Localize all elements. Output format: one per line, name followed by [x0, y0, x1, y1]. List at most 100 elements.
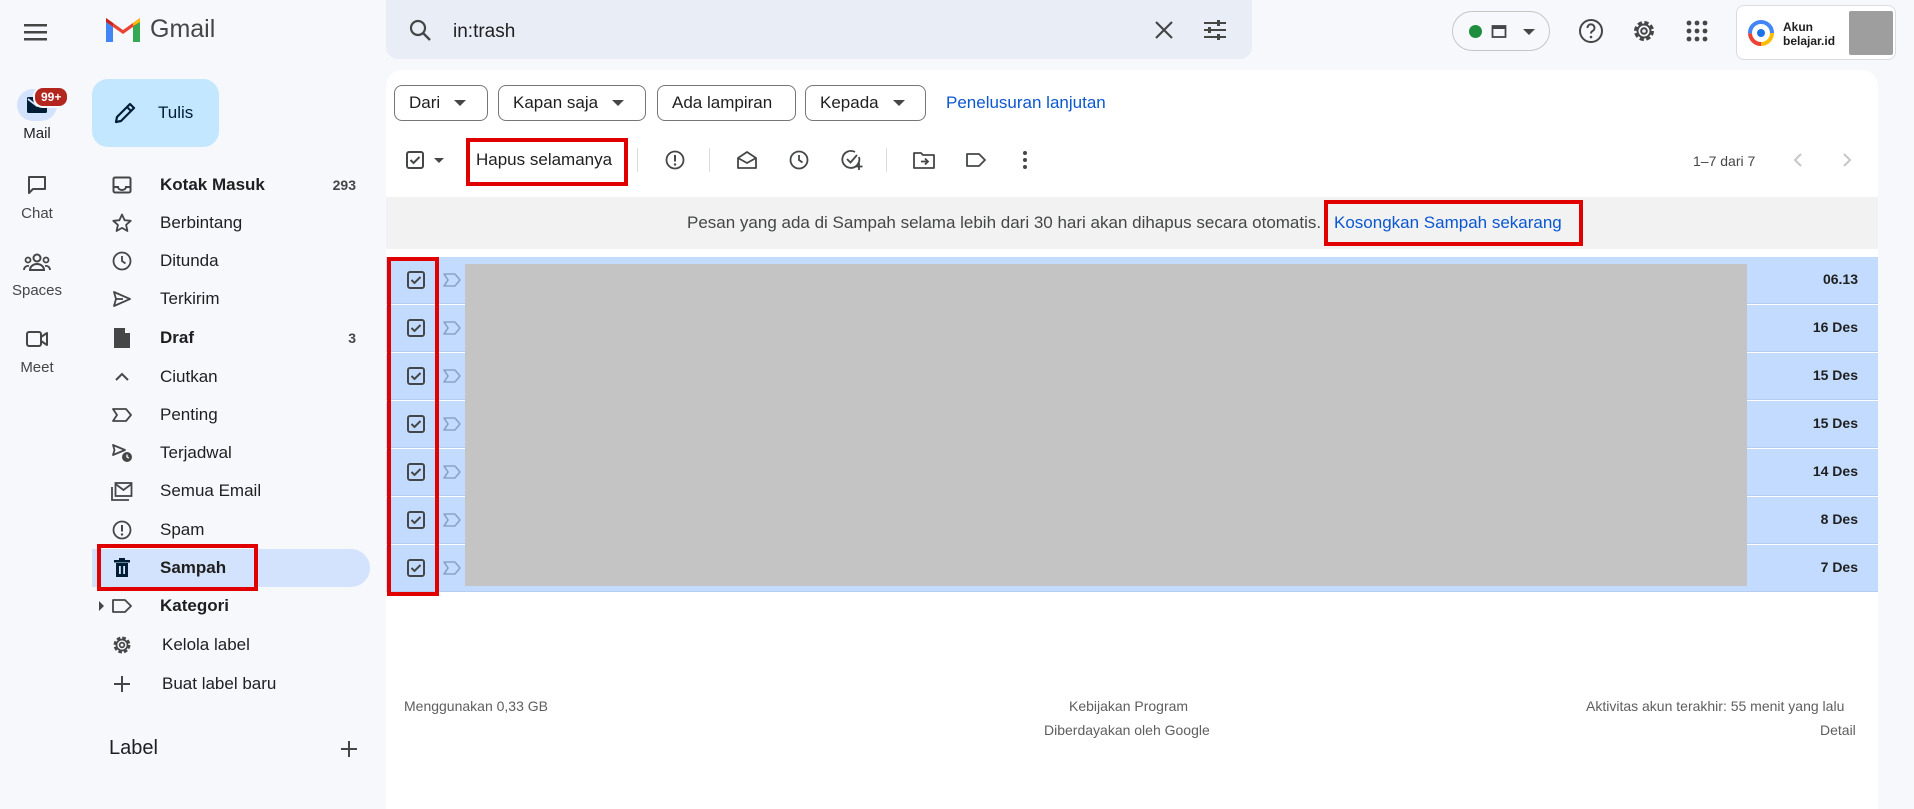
- nav-count-drafts: 3: [348, 330, 356, 346]
- scheduled-send-icon: [112, 444, 132, 462]
- add-task-icon: [841, 150, 863, 170]
- add-label-icon[interactable]: [340, 740, 358, 758]
- send-icon: [113, 291, 131, 307]
- pagination-text: 1–7 dari 7: [1693, 153, 1756, 169]
- gmail-logo-text: Gmail: [150, 14, 216, 43]
- snooze-button[interactable]: [787, 148, 811, 172]
- message-date: 7 Des: [1820, 559, 1858, 575]
- nav-item-create-label[interactable]: Buat label baru: [92, 665, 370, 703]
- nav-label-inbox: Kotak Masuk: [160, 175, 265, 194]
- important-marker-icon[interactable]: [442, 464, 462, 480]
- nav-item-manage-labels[interactable]: Kelola label: [92, 626, 370, 664]
- filter-to-label: Kepada: [820, 93, 879, 112]
- checkbox-checked-icon: [406, 151, 424, 169]
- mark-as-read-button[interactable]: [735, 148, 759, 172]
- nav-label-categories: Kategori: [160, 596, 229, 615]
- rail-label-mail: Mail: [23, 125, 51, 142]
- account-switcher[interactable]: Akun belajar.id: [1736, 5, 1896, 60]
- move-to-folder-icon: [913, 152, 935, 169]
- star-icon: [112, 213, 132, 232]
- nav-item-important[interactable]: Penting: [92, 396, 370, 434]
- compose-label: Tulis: [158, 103, 194, 122]
- rail-label-spaces: Spaces: [11, 282, 63, 299]
- settings-icon[interactable]: [1631, 18, 1657, 44]
- important-marker-icon[interactable]: [442, 320, 462, 336]
- rail-item-meet[interactable]: Meet: [0, 323, 74, 376]
- nav-label-all-mail: Semua Email: [160, 481, 262, 500]
- gear-icon: [113, 636, 131, 654]
- last-activity: Aktivitas akun terakhir: 55 menit yang l…: [1586, 698, 1845, 714]
- add-to-tasks-button[interactable]: [840, 148, 864, 172]
- report-spam-button[interactable]: [663, 148, 687, 172]
- more-actions-button[interactable]: [1013, 148, 1037, 172]
- belajar-id-logo-icon: [1748, 20, 1774, 46]
- clock-icon: [789, 150, 809, 170]
- message-date: 16 Des: [1812, 319, 1858, 335]
- spaces-icon: [23, 253, 51, 271]
- nav-item-categories[interactable]: Kategori: [92, 587, 370, 625]
- nav-item-starred[interactable]: Berbintang: [92, 204, 370, 242]
- chevron-down-icon[interactable]: [434, 157, 444, 163]
- advanced-search-link[interactable]: Penelusuran lanjutan: [946, 93, 1106, 113]
- important-marker-icon[interactable]: [442, 368, 462, 384]
- important-marker-icon[interactable]: [442, 560, 462, 576]
- nav-item-collapse[interactable]: Ciutkan: [92, 358, 370, 396]
- nav-item-inbox[interactable]: Kotak Masuk 293: [92, 166, 370, 204]
- select-all-checkbox[interactable]: [405, 150, 444, 170]
- nav-item-scheduled[interactable]: Terjadwal: [92, 434, 370, 472]
- important-marker-icon[interactable]: [442, 512, 462, 528]
- all-mail-icon: [111, 482, 133, 501]
- rail-item-spaces[interactable]: Spaces: [0, 246, 74, 299]
- calendar-status-icon: [1491, 25, 1507, 38]
- chevron-down-icon: [454, 100, 467, 106]
- nav-item-all-mail[interactable]: Semua Email: [92, 472, 370, 510]
- pencil-icon: [114, 102, 136, 124]
- nav-item-snoozed[interactable]: Ditunda: [92, 242, 370, 280]
- important-marker-icon[interactable]: [442, 272, 462, 288]
- status-selector[interactable]: [1452, 11, 1550, 51]
- labels-heading: Label: [109, 737, 158, 759]
- gmail-logo[interactable]: Gmail: [104, 14, 215, 44]
- nav-label-manage-labels: Kelola label: [162, 635, 250, 654]
- program-policies-link[interactable]: Kebijakan Program: [1069, 698, 1188, 714]
- compose-button[interactable]: Tulis: [92, 79, 219, 147]
- chevron-down-icon: [892, 100, 905, 106]
- activity-details-link[interactable]: Detail: [1820, 722, 1856, 738]
- account-org-line1: Akun: [1783, 20, 1813, 34]
- filter-time-chip[interactable]: Kapan saja: [498, 85, 646, 121]
- spam-icon: [112, 520, 132, 540]
- draft-file-icon: [114, 328, 130, 348]
- help-icon[interactable]: [1578, 18, 1604, 44]
- message-date: 15 Des: [1812, 415, 1858, 431]
- main-menu-button[interactable]: [22, 20, 50, 44]
- nav-item-drafts[interactable]: Draf 3: [92, 319, 370, 357]
- message-date: 06.13: [1822, 271, 1858, 287]
- labels-button[interactable]: [964, 148, 988, 172]
- highlight-delete-forever: [466, 138, 628, 186]
- highlight-empty-trash: [1324, 200, 1583, 246]
- filter-from-label: Dari: [409, 93, 441, 112]
- nav-label-collapse: Ciutkan: [160, 367, 218, 386]
- nav-item-sent[interactable]: Terkirim: [92, 280, 370, 318]
- chevron-up-icon: [115, 372, 129, 381]
- filter-attachment-chip[interactable]: Ada lampiran: [657, 85, 796, 121]
- filter-to-chip[interactable]: Kepada: [805, 85, 926, 121]
- account-org-line2: belajar.id: [1783, 34, 1836, 48]
- rail-item-chat[interactable]: Chat: [0, 169, 74, 222]
- apps-grid-icon[interactable]: [1686, 20, 1708, 42]
- search-input[interactable]: in:trash: [453, 21, 515, 43]
- search-bar[interactable]: in:trash: [386, 0, 1252, 59]
- search-options-icon[interactable]: [1203, 19, 1227, 41]
- chevron-right-icon[interactable]: [1841, 152, 1853, 168]
- nav-label-create-label: Buat label baru: [162, 674, 277, 693]
- clear-search-icon[interactable]: [1153, 19, 1175, 41]
- move-to-button[interactable]: [912, 148, 936, 172]
- nav-label-starred: Berbintang: [160, 213, 243, 232]
- expand-arrow-icon[interactable]: [99, 601, 104, 611]
- nav-label-important: Penting: [160, 405, 218, 424]
- filter-from-chip[interactable]: Dari: [394, 85, 488, 121]
- search-icon[interactable]: [408, 18, 432, 42]
- chevron-left-icon[interactable]: [1792, 152, 1804, 168]
- avatar[interactable]: [1849, 11, 1893, 55]
- important-marker-icon[interactable]: [442, 416, 462, 432]
